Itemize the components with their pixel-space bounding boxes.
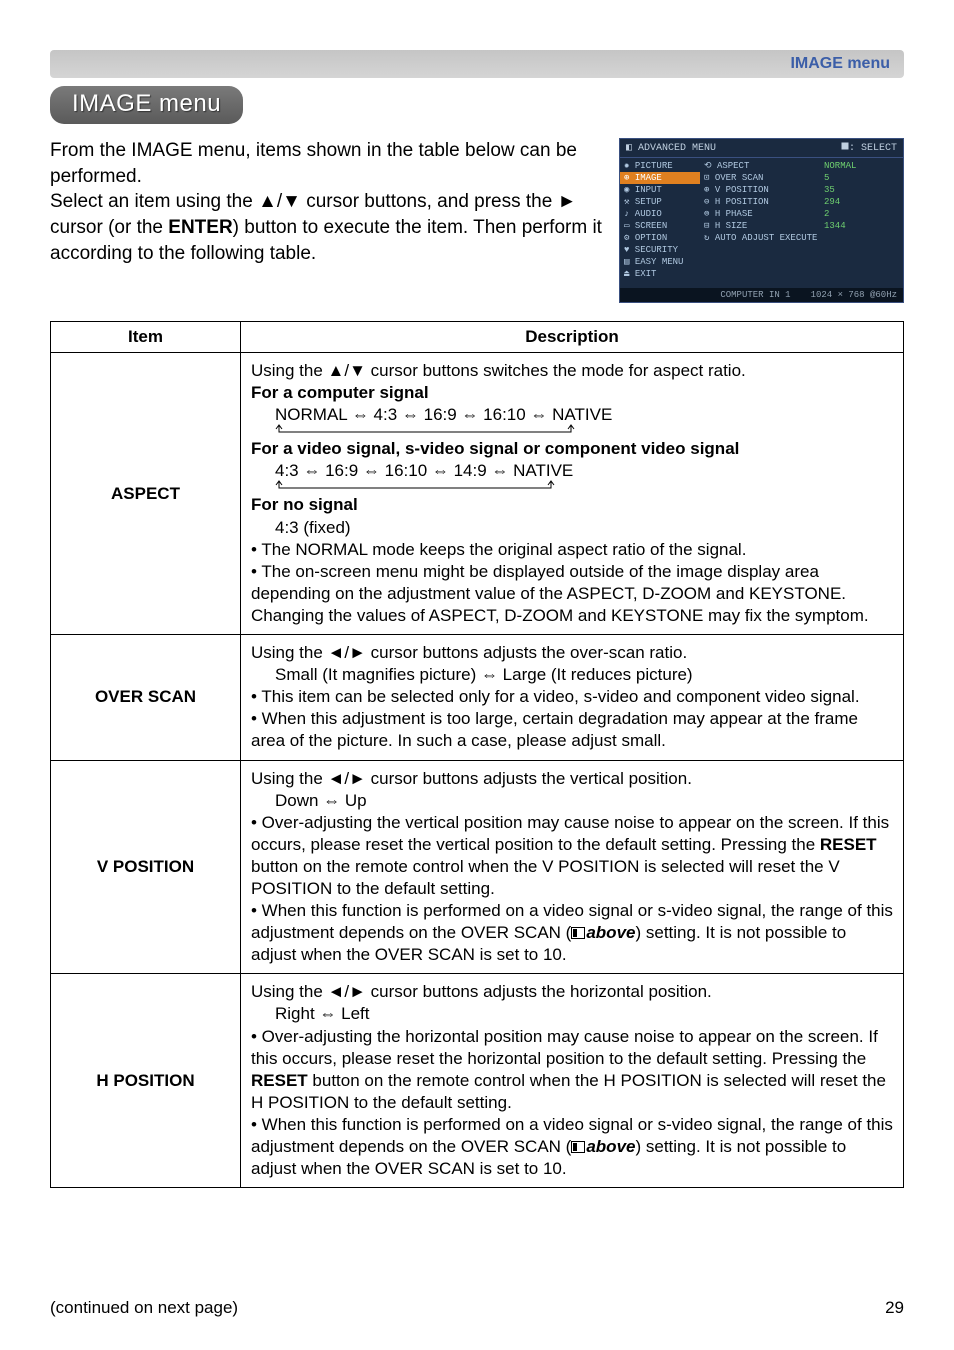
intro-block: From the IMAGE menu, items shown in the … (50, 138, 904, 303)
table-row: H POSITION Using the ◄/► cursor buttons … (51, 974, 904, 1188)
osd-footer-right: 1024 × 768 @60Hz (811, 290, 897, 300)
osd-right-item: 35 (820, 184, 903, 196)
page-number: 29 (885, 1298, 904, 1318)
item-hposition: H POSITION (51, 974, 241, 1188)
desc-vposition: Using the ◄/► cursor buttons adjusts the… (241, 760, 904, 974)
osd-header-right: ⯀: SELECT (841, 142, 897, 154)
item-aspect: ASPECT (51, 353, 241, 635)
th-item: Item (51, 322, 241, 353)
header-bar-label: IMAGE menu (790, 55, 890, 73)
vpos-l1: Using the ◄/► cursor buttons adjusts the… (251, 768, 893, 790)
section-title-text: IMAGE menu (72, 90, 221, 117)
osd-middle-item: ⊟ H SIZE (700, 220, 820, 232)
th-desc: Description (241, 322, 904, 353)
osd-right-item: 2 (820, 208, 903, 220)
header-bar: IMAGE menu (50, 50, 904, 78)
vpos-l2: Down ⇔ Up (251, 790, 893, 812)
vpos-l3: • Over-adjusting the vertical position m… (251, 812, 893, 900)
item-overscan: OVER SCAN (51, 635, 241, 760)
hpos-ref: above (586, 1137, 635, 1156)
aspect-l5: 4:3 ⇔ 16:9 ⇔ 16:10 ⇔ 14:9 ⇔ NATIVE (251, 460, 893, 482)
aspect-l8: • The NORMAL mode keeps the original asp… (251, 539, 893, 561)
osd-right-item: 294 (820, 196, 903, 208)
osd-left-item: ♪ AUDIO (620, 208, 700, 220)
aspect-l6: For no signal (251, 494, 893, 516)
osd-middle-item: ⊖ H POSITION (700, 196, 820, 208)
osd-right-item: NORMAL (820, 160, 903, 172)
hpos-l2: Right ⇔ Left (251, 1003, 893, 1025)
osd-left-item: ⚒ SETUP (620, 196, 700, 208)
osd-body: ✹ PICTURE⊕ IMAGE◉ INPUT⚒ SETUP♪ AUDIO▭ S… (620, 158, 903, 288)
osd-left-item: ▭ SCREEN (620, 220, 700, 232)
osd-preview: ◧ ADVANCED MENU ⯀: SELECT ✹ PICTURE⊕ IMA… (619, 138, 904, 303)
intro-p1: From the IMAGE menu, items shown in the … (50, 140, 577, 187)
vpos-l4: • When this function is performed on a v… (251, 900, 893, 966)
vpos-l3b: button on the remote control when the V … (251, 857, 840, 898)
osd-left-item: ⏏ EXIT (620, 268, 700, 280)
osd-middle-item: ↻ AUTO ADJUST EXECUTE (700, 232, 820, 244)
desc-hposition: Using the ◄/► cursor buttons adjusts the… (241, 974, 904, 1188)
vpos-ref: above (586, 923, 635, 942)
osd-middle-item: ⊕ V POSITION (700, 184, 820, 196)
osd-left-item: ⊕ IMAGE (620, 172, 700, 184)
overscan-l1: Using the ◄/► cursor buttons adjusts the… (251, 642, 893, 664)
osd-left-item: ▤ EASY MENU (620, 256, 700, 268)
osd-middle-col: ⟲ ASPECT⊡ OVER SCAN⊕ V POSITION⊖ H POSIT… (700, 158, 820, 288)
osd-left-col: ✹ PICTURE⊕ IMAGE◉ INPUT⚒ SETUP♪ AUDIO▭ S… (620, 158, 700, 288)
continued-label: (continued on next page) (50, 1298, 238, 1318)
page-footer: (continued on next page) 29 (50, 1298, 904, 1318)
table-row: ASPECT Using the ▲/▼ cursor buttons swit… (51, 353, 904, 635)
vpos-l3a: • Over-adjusting the vertical position m… (251, 813, 889, 854)
hpos-reset: RESET (251, 1071, 308, 1090)
osd-left-item: ◉ INPUT (620, 184, 700, 196)
osd-right-item: 5 (820, 172, 903, 184)
table-row: OVER SCAN Using the ◄/► cursor buttons a… (51, 635, 904, 760)
osd-header-left: ◧ ADVANCED MENU (626, 142, 716, 154)
loop-arrow-icon (271, 426, 893, 438)
osd-footer: COMPUTER IN 1 1024 × 768 @60Hz (620, 288, 903, 302)
aspect-l3: NORMAL ⇔ 4:3 ⇔ 16:9 ⇔ 16:10 ⇔ NATIVE (251, 404, 893, 426)
manual-ref-icon (571, 1141, 585, 1153)
section-title-pill: IMAGE menu (50, 86, 243, 124)
osd-middle-item: ⟲ ASPECT (700, 160, 820, 172)
osd-right-item: 1344 (820, 220, 903, 232)
hpos-l1: Using the ◄/► cursor buttons adjusts the… (251, 981, 893, 1003)
osd-right-col: NORMAL53529421344 (820, 158, 903, 288)
aspect-l7: 4:3 (fixed) (251, 517, 893, 539)
osd-right-item (820, 232, 903, 234)
overscan-l3: • This item can be selected only for a v… (251, 686, 893, 708)
item-vposition: V POSITION (51, 760, 241, 974)
manual-ref-icon (571, 927, 585, 939)
osd-middle-item: ⊡ OVER SCAN (700, 172, 820, 184)
aspect-l2: For a computer signal (251, 382, 893, 404)
table-row: V POSITION Using the ◄/► cursor buttons … (51, 760, 904, 974)
loop-arrow-icon (271, 482, 893, 494)
desc-overscan: Using the ◄/► cursor buttons adjusts the… (241, 635, 904, 760)
vpos-reset: RESET (820, 835, 877, 854)
osd-left-item: ✹ PICTURE (620, 160, 700, 172)
osd-middle-item: ⊜ H PHASE (700, 208, 820, 220)
osd-left-item: ♥ SECURITY (620, 244, 700, 256)
table-header-row: Item Description (51, 322, 904, 353)
aspect-l4: For a video signal, s-video signal or co… (251, 438, 893, 460)
aspect-l9: • The on-screen menu might be displayed … (251, 561, 893, 627)
aspect-l1: Using the ▲/▼ cursor buttons switches th… (251, 360, 893, 382)
hpos-l3: • Over-adjusting the horizontal position… (251, 1026, 893, 1114)
hpos-l4: • When this function is performed on a v… (251, 1114, 893, 1180)
osd-footer-left: COMPUTER IN 1 (720, 290, 790, 300)
hpos-l3b: button on the remote control when the H … (251, 1071, 886, 1112)
desc-aspect: Using the ▲/▼ cursor buttons switches th… (241, 353, 904, 635)
hpos-l3a: • Over-adjusting the horizontal position… (251, 1027, 878, 1068)
overscan-l2: Small (It magnifies picture) ⇔ Large (It… (251, 664, 893, 686)
intro-text: From the IMAGE menu, items shown in the … (50, 138, 605, 266)
intro-enter: ENTER (168, 217, 232, 238)
overscan-l4: • When this adjustment is too large, cer… (251, 708, 893, 752)
items-table: Item Description ASPECT Using the ▲/▼ cu… (50, 321, 904, 1188)
osd-header: ◧ ADVANCED MENU ⯀: SELECT (620, 139, 903, 158)
osd-left-item: ⚙ OPTION (620, 232, 700, 244)
